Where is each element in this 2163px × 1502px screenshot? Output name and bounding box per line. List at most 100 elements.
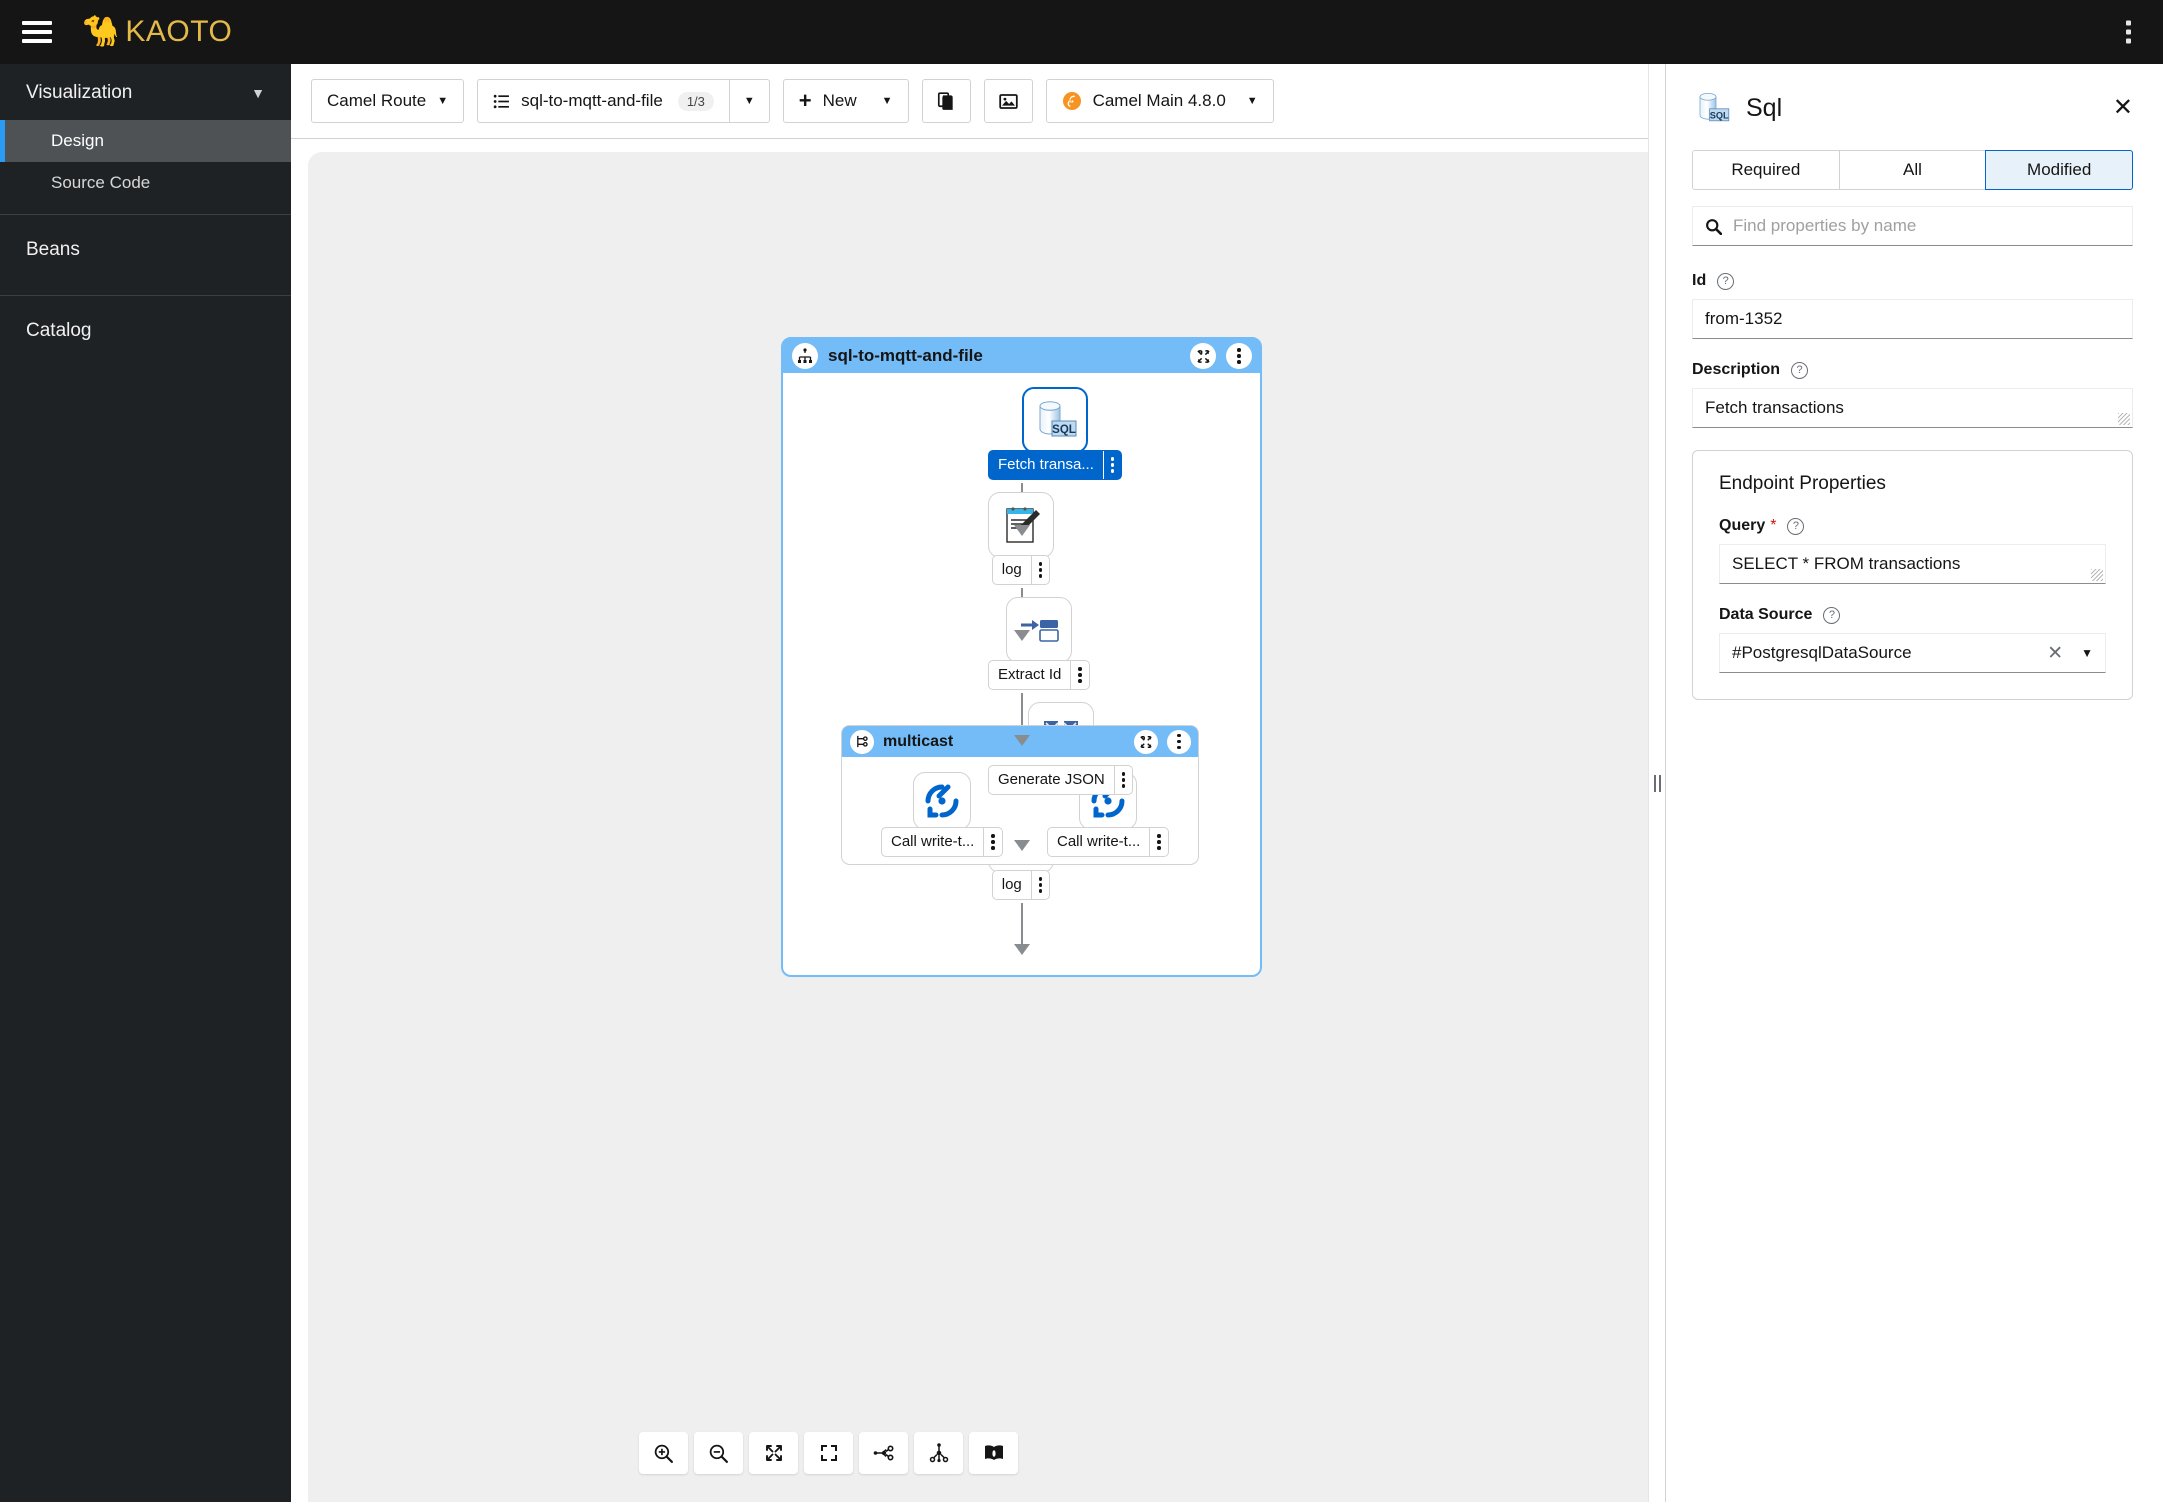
route-header: sql-to-mqtt-and-file (783, 339, 1260, 373)
route-type-dropdown[interactable]: Camel Route ▼ (311, 79, 464, 123)
fullscreen-icon[interactable] (804, 1432, 853, 1474)
multicast-title: multicast (883, 733, 1125, 751)
resize-grip-icon[interactable] (2118, 413, 2130, 425)
sidebar-item-source-code[interactable]: Source Code (0, 162, 291, 204)
sidebar: Visualization ▼ Design Source Code Beans… (0, 64, 291, 1502)
camel-logo-icon: 🐪 (82, 17, 119, 47)
fit-to-screen-icon[interactable] (749, 1432, 798, 1474)
arrow-icon (1014, 944, 1030, 955)
node-label-log-1[interactable]: log (992, 555, 1051, 585)
node-label-call-write-2[interactable]: Call write-t... (1047, 827, 1169, 857)
vertical-layout-icon[interactable] (914, 1432, 963, 1474)
hamburger-icon[interactable] (22, 21, 52, 43)
id-field[interactable]: from-1352 (1692, 299, 2133, 339)
horizontal-layout-icon[interactable] (859, 1432, 908, 1474)
node-label-text: Extract Id (989, 661, 1070, 689)
caret-down-icon: ▼ (744, 95, 755, 107)
masthead: 🐪 KAOTO (0, 0, 2163, 64)
sidebar-item-beans[interactable]: Beans (0, 215, 291, 285)
node-label-text: Fetch transa... (989, 451, 1103, 479)
node-label-sql[interactable]: Fetch transa... (988, 450, 1122, 480)
node-log-1[interactable]: log (988, 492, 1054, 585)
field-label-text: Id (1692, 272, 1706, 290)
plus-icon: + (799, 90, 812, 112)
zoom-out-icon[interactable] (694, 1432, 743, 1474)
collapse-icon[interactable] (1134, 730, 1158, 754)
query-field[interactable]: SELECT * FROM transactions (1719, 544, 2106, 584)
sidebar-item-label: Catalog (26, 320, 92, 341)
datasource-value: #PostgresqlDataSource (1732, 643, 2035, 663)
flow-selector-caret[interactable]: ▼ (729, 79, 770, 123)
legend-icon[interactable] (969, 1432, 1018, 1474)
zoom-in-icon[interactable] (639, 1432, 688, 1474)
help-icon[interactable]: ? (1791, 362, 1808, 379)
node-label-extract-id[interactable]: Extract Id (988, 660, 1090, 690)
copy-files-button[interactable] (922, 79, 971, 123)
node-label-generate-json[interactable]: Generate JSON (988, 765, 1133, 795)
tab-modified[interactable]: Modified (1985, 150, 2133, 190)
toolbar: Camel Route ▼ sql-to-mqtt-and-file 1/3 ▼ (291, 64, 1648, 139)
svg-text:SQL: SQL (1710, 110, 1729, 120)
node-call-write-1[interactable]: Call write-t... (881, 772, 1003, 857)
sidebar-item-design[interactable]: Design (0, 120, 291, 162)
node-label-text: log (993, 871, 1031, 899)
flow-selector: sql-to-mqtt-and-file 1/3 ▼ (477, 79, 770, 123)
node-sql[interactable]: SQL Fetch transa... (988, 387, 1122, 480)
diagram-canvas[interactable]: sql-to-mqtt-and-file (308, 152, 1648, 1502)
runtime-label: Camel Main 4.8.0 (1093, 91, 1226, 111)
close-icon[interactable]: ✕ (2113, 96, 2133, 120)
description-field[interactable]: Fetch transactions (1692, 388, 2133, 428)
kebab-menu-icon[interactable] (1114, 766, 1133, 794)
kebab-menu-icon[interactable] (1167, 730, 1191, 754)
node-label-call-write-1[interactable]: Call write-t... (881, 827, 1003, 857)
tab-all[interactable]: All (1839, 150, 1987, 190)
route-icon (792, 343, 818, 369)
node-label-text: Generate JSON (989, 766, 1114, 794)
caret-down-icon: ▼ (437, 95, 448, 107)
sql-database-icon[interactable]: SQL (1022, 387, 1088, 453)
route-title: sql-to-mqtt-and-file (828, 346, 1180, 366)
flow-selector-main[interactable]: sql-to-mqtt-and-file 1/3 (477, 79, 729, 123)
node-label-text: Call write-t... (1048, 828, 1149, 856)
sidebar-item-catalog[interactable]: Catalog (0, 296, 291, 366)
kamelet-to-icon[interactable] (913, 772, 971, 830)
description-field-label: Description ? (1692, 361, 2133, 379)
query-field-value: SELECT * FROM transactions (1732, 554, 1960, 573)
multicast-branch-icon (850, 730, 874, 754)
caret-down-icon[interactable]: ▼ (2075, 646, 2093, 660)
svg-text:SQL: SQL (1052, 424, 1076, 436)
caret-down-icon: ▼ (882, 95, 893, 107)
search-placeholder: Find properties by name (1733, 216, 1916, 236)
kebab-menu-icon[interactable] (1103, 451, 1122, 479)
resize-grip-icon[interactable] (2091, 569, 2103, 581)
export-image-button[interactable] (984, 79, 1033, 123)
kebab-menu-icon[interactable] (1149, 828, 1168, 856)
camel-runtime-icon (1062, 91, 1082, 111)
search-input[interactable]: Find properties by name (1692, 206, 2133, 246)
list-icon (493, 93, 510, 110)
kebab-menu-icon[interactable] (1031, 556, 1050, 584)
help-icon[interactable]: ? (1823, 607, 1840, 624)
kebab-menu-icon[interactable] (983, 828, 1002, 856)
new-button[interactable]: + New ▼ (783, 79, 909, 123)
id-field-value: from-1352 (1705, 309, 1782, 329)
tab-required[interactable]: Required (1692, 150, 1840, 190)
node-label-log-2[interactable]: log (992, 870, 1051, 900)
datasource-select[interactable]: #PostgresqlDataSource ✕ ▼ (1719, 633, 2106, 673)
route-card[interactable]: sql-to-mqtt-and-file (781, 337, 1262, 977)
kebab-menu-icon[interactable] (2120, 15, 2137, 50)
clear-icon[interactable]: ✕ (2035, 642, 2075, 665)
kebab-menu-icon[interactable] (1226, 343, 1252, 369)
help-icon[interactable]: ? (1717, 273, 1734, 290)
runtime-dropdown[interactable]: Camel Main 4.8.0 ▼ (1046, 79, 1274, 123)
properties-filter-tabs: Required All Modified (1692, 150, 2133, 190)
arrow-icon (1014, 735, 1030, 746)
help-icon[interactable]: ? (1787, 518, 1804, 535)
canvas-area: sql-to-mqtt-and-file (291, 139, 1648, 1502)
node-extract-id[interactable]: Extract Id (988, 597, 1090, 690)
collapse-icon[interactable] (1190, 343, 1216, 369)
kebab-menu-icon[interactable] (1070, 661, 1089, 689)
panel-resize-handle[interactable] (1648, 64, 1665, 1502)
sidebar-group-visualization[interactable]: Visualization ▼ (0, 64, 291, 120)
kebab-menu-icon[interactable] (1031, 871, 1050, 899)
